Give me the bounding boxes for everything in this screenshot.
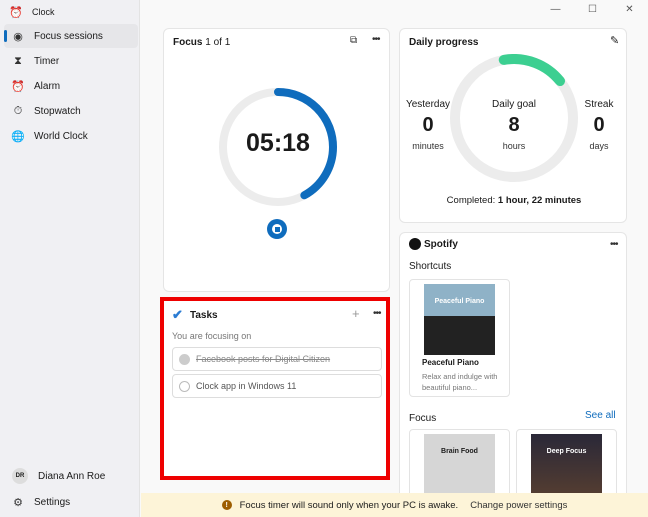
sidebar-item-settings[interactable]: ⚙ Settings xyxy=(4,490,138,514)
sidebar-item-label: World Clock xyxy=(34,130,88,142)
sidebar-item-stopwatch[interactable]: ⏱ Stopwatch xyxy=(4,99,138,123)
focus-title: Focus 1 of 1 xyxy=(173,37,231,48)
sidebar-item-alarm[interactable]: ⏰ Alarm xyxy=(4,74,138,98)
focus-icon: ◉ xyxy=(13,30,23,43)
alarm-icon: ⏰ xyxy=(11,80,25,93)
spotify-icon xyxy=(409,238,421,250)
sidebar-item-focus-sessions[interactable]: ◉ Focus sessions xyxy=(4,24,138,48)
edit-pencil-icon[interactable]: ✎ xyxy=(610,34,619,47)
sidebar-item-label: Stopwatch xyxy=(34,105,81,117)
user-profile[interactable]: DR Diana Ann Roe xyxy=(4,464,138,488)
change-power-settings-link[interactable]: Change power settings xyxy=(470,500,567,511)
yesterday-stat: Yesterday 0 minutes xyxy=(405,99,451,151)
task-item[interactable]: Clock app in Windows 11 xyxy=(172,374,382,398)
daily-progress-card: Daily progress ✎ Yesterday 0 minutes Daily… xyxy=(399,28,627,223)
task-item[interactable]: Facebook posts for Digital Citizen xyxy=(172,347,382,371)
sidebar-item-timer[interactable]: ⧗ Timer xyxy=(4,49,138,73)
user-name: Diana Ann Roe xyxy=(38,470,106,482)
gear-icon: ⚙ xyxy=(13,496,23,509)
playlist-title: Peaceful Piano xyxy=(422,358,479,367)
see-all-link[interactable]: See all xyxy=(585,410,616,421)
minimize-button[interactable]: — xyxy=(537,0,574,15)
sidebar-item-label: Timer xyxy=(34,55,60,67)
sidebar-item-label: Settings xyxy=(34,496,71,508)
shortcuts-heading: Shortcuts xyxy=(409,261,452,272)
focus-count: 1 of 1 xyxy=(205,37,231,48)
globe-icon: 🌐 xyxy=(11,130,25,143)
sidebar-item-world-clock[interactable]: 🌐 World Clock xyxy=(4,124,138,148)
maximize-button[interactable]: ☐ xyxy=(574,0,611,15)
more-options-button[interactable]: ••• xyxy=(373,308,381,319)
task-label: Clock app in Windows 11 xyxy=(196,381,297,391)
spotify-card: Spotify ••• Shortcuts Peaceful Piano Pea… xyxy=(399,232,627,512)
task-checkbox[interactable] xyxy=(179,353,190,365)
focus-heading: Focus xyxy=(409,413,437,424)
daily-progress-title: Daily progress xyxy=(409,37,479,48)
stop-icon xyxy=(272,224,282,234)
close-button[interactable]: ✕ xyxy=(611,0,648,15)
playlist-shortcut-tile[interactable]: Peaceful Piano Peaceful Piano Relax and … xyxy=(409,279,510,397)
clock-app-icon: ⏰ xyxy=(9,6,23,19)
sidebar-item-label: Alarm xyxy=(34,80,61,92)
daily-goal-stat[interactable]: Daily goal 8 hours xyxy=(484,99,544,151)
banner-message: Focus timer will sound only when your PC… xyxy=(239,499,459,511)
app-title: Clock xyxy=(32,7,55,17)
sidebar: ⏰ Clock ◉ Focus sessions ⧗ Timer ⏰ Alarm ⏱ S… xyxy=(0,0,140,517)
tasks-subtitle: You are focusing on xyxy=(172,331,252,341)
add-task-button[interactable]: + xyxy=(352,306,360,321)
window-controls: — ☐ ✕ xyxy=(537,0,648,15)
stop-button[interactable] xyxy=(267,219,287,239)
sidebar-item-label: Focus sessions xyxy=(34,30,103,42)
tasks-title: Tasks xyxy=(190,310,218,321)
playlist-cover: Peaceful Piano xyxy=(424,284,495,355)
playlist-description: Relax and indulge with beautiful piano..… xyxy=(422,372,498,392)
focus-time: 05:18 xyxy=(246,129,310,157)
app-title-bar: ⏰ Clock xyxy=(9,6,55,19)
power-warning-banner: ! Focus timer will sound only when your … xyxy=(141,493,648,517)
streak-stat: Streak 0 days xyxy=(584,99,614,151)
more-options-button[interactable]: ••• xyxy=(610,239,618,250)
warning-icon: ! xyxy=(221,500,232,510)
stopwatch-icon: ⏱ xyxy=(13,104,23,117)
completed-summary: Completed: 1 hour, 22 minutes xyxy=(446,195,582,206)
task-checkbox[interactable] xyxy=(179,380,190,392)
avatar: DR xyxy=(12,468,28,484)
focus-card: Focus 1 of 1 ⧉ ••• 05:18 xyxy=(163,28,390,292)
compact-mode-icon[interactable]: ⧉ xyxy=(350,35,357,46)
tasks-card: ✔ Tasks + ••• You are focusing on Facebo… xyxy=(160,297,390,480)
more-options-button[interactable]: ••• xyxy=(372,34,380,45)
hourglass-icon: ⧗ xyxy=(14,54,22,67)
task-label: Facebook posts for Digital Citizen xyxy=(196,354,331,364)
spotify-logo: Spotify xyxy=(409,238,458,250)
todo-checkmark-icon: ✔ xyxy=(172,307,183,322)
